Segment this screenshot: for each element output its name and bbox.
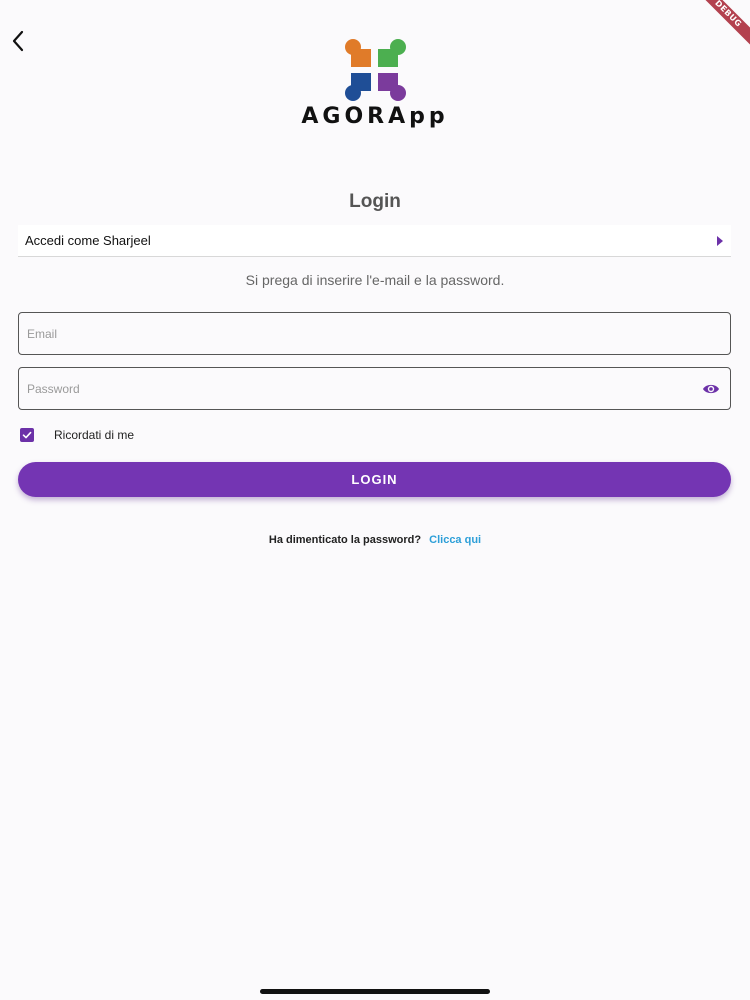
remember-me-label: Ricordati di me	[54, 428, 135, 442]
saved-account-option[interactable]: Accedi come Sharjeel	[18, 225, 731, 257]
home-indicator[interactable]	[260, 989, 490, 994]
forgot-password-row: Ha dimenticato la password? Clicca qui	[0, 534, 750, 546]
remember-me-checkbox[interactable]	[20, 428, 34, 442]
email-input[interactable]	[19, 313, 730, 354]
password-input[interactable]	[19, 368, 700, 409]
forgot-password-link[interactable]: Clicca qui	[429, 534, 481, 546]
forgot-password-text: Ha dimenticato la password?	[268, 534, 422, 546]
login-button[interactable]: LOGIN	[18, 462, 731, 497]
page-title: Login	[349, 191, 401, 212]
brand-name: AGORApp	[301, 104, 449, 129]
email-field-container	[18, 312, 731, 355]
debug-banner: DEBUG	[690, 0, 750, 60]
eye-icon	[703, 384, 719, 393]
check-icon	[22, 431, 32, 439]
debug-banner-label: DEBUG	[690, 0, 750, 54]
chevron-left-icon	[12, 30, 24, 52]
agorapp-logo	[345, 39, 406, 101]
saved-account-label: Accedi come Sharjeel	[25, 233, 151, 248]
back-button[interactable]	[6, 28, 30, 54]
login-hint: Si prega di inserire l'e-mail e la passw…	[245, 272, 505, 288]
remember-me[interactable]: Ricordati di me	[20, 428, 134, 442]
toggle-password-visibility-button[interactable]	[700, 378, 722, 400]
caret-right-icon	[717, 235, 723, 246]
password-field-container	[18, 367, 731, 410]
